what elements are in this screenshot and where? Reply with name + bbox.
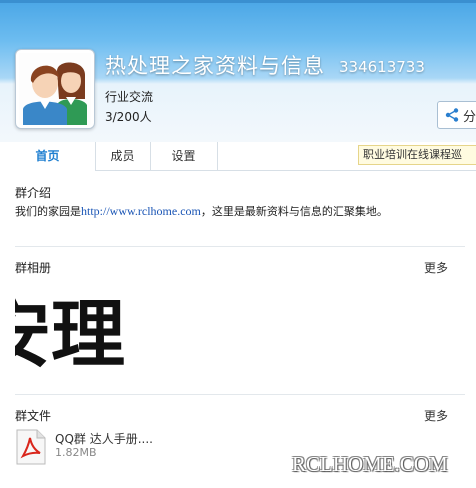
file-name[interactable]: QQ群 达人手册.... <box>55 430 153 447</box>
member-count: 3/200人 <box>105 110 152 124</box>
tab-members[interactable]: 成员 <box>95 142 151 170</box>
divider <box>15 394 465 395</box>
group-category: 行业交流 <box>105 90 154 104</box>
share-icon <box>445 108 459 122</box>
promo-banner[interactable]: 职业培训在线课程巡 <box>358 145 476 165</box>
homepage-link[interactable]: http://www.rclhome.com <box>81 204 201 218</box>
site-watermark: RCLHOME.COM <box>292 452 448 476</box>
share-button[interactable]: 分 <box>437 101 476 129</box>
group-name: 热处理之家资料与信息 <box>105 54 325 78</box>
intro-text-after: ，这里是最新资料与信息的汇聚集地。 <box>200 205 388 218</box>
album-title: 群相册 <box>15 261 52 275</box>
share-label: 分 <box>463 109 476 125</box>
photo-calligraphy-text: 安理 <box>15 292 125 378</box>
calligraphy-image: 安理 <box>15 292 125 378</box>
album-photo[interactable]: 安理 <box>15 280 154 383</box>
album-more-link[interactable]: 更多 <box>424 259 448 276</box>
header-top-line <box>0 0 476 3</box>
file-size: 1.82MB <box>55 446 97 459</box>
files-title: 群文件 <box>15 409 52 423</box>
tab-home[interactable]: 首页 <box>0 142 96 171</box>
group-number: 334613733 <box>339 58 425 76</box>
avatar-couple-icon <box>19 53 91 125</box>
intro-text-before: 我们的家园是 <box>15 205 81 218</box>
intro-text: 我们的家园是http://www.rclhome.com，这里是最新资料与信息的… <box>15 203 388 219</box>
pdf-icon[interactable] <box>15 429 47 469</box>
group-avatar[interactable] <box>15 49 95 129</box>
tab-settings[interactable]: 设置 <box>150 142 218 170</box>
intro-title: 群介绍 <box>15 186 52 200</box>
divider <box>15 246 465 247</box>
files-more-link[interactable]: 更多 <box>424 407 448 424</box>
group-header: 热处理之家资料与信息 334613733 行业交流 3/200人 分 <box>0 0 476 143</box>
